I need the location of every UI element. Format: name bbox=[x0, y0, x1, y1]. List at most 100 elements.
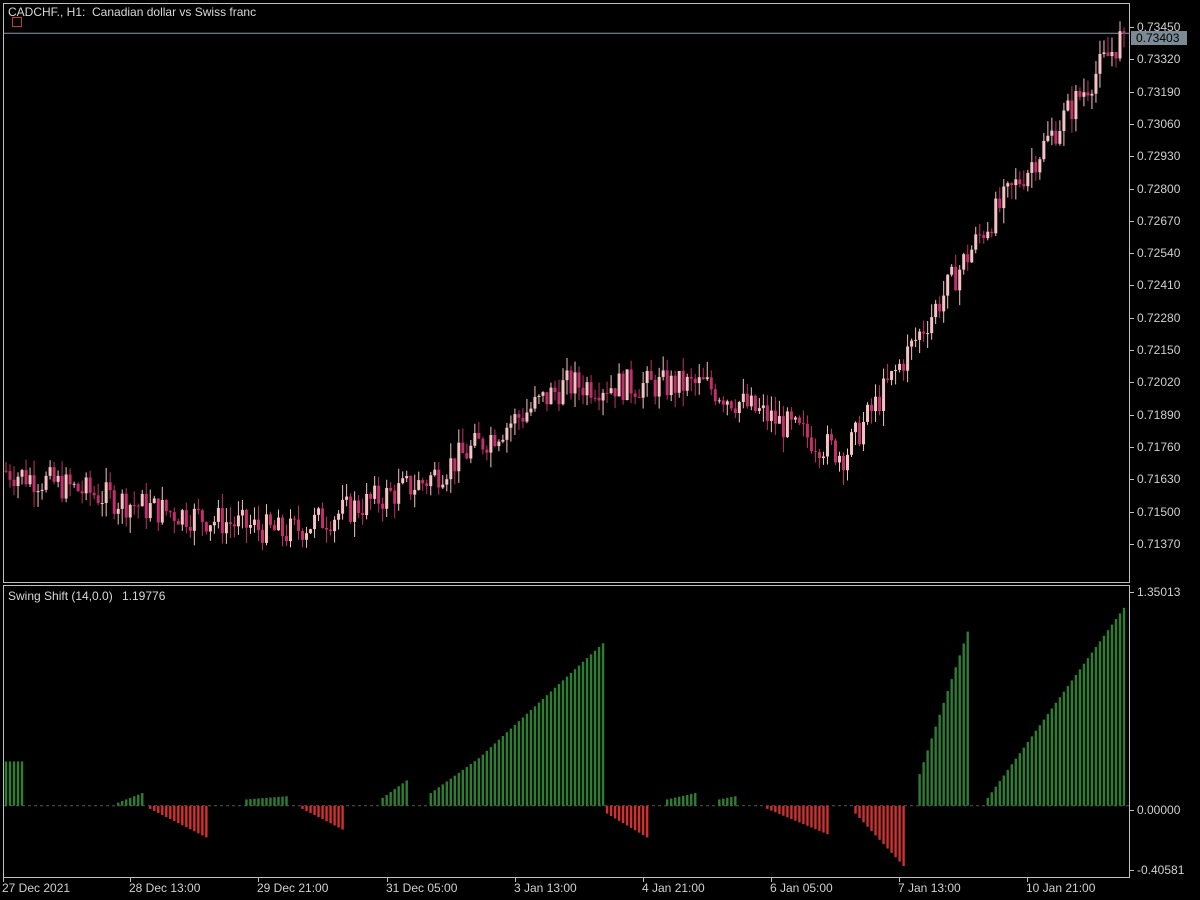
histogram-bar-down bbox=[329, 805, 332, 824]
histogram-bar-down bbox=[185, 805, 188, 828]
histogram-bar-down bbox=[621, 805, 625, 824]
price-axis-label: 0.71500 bbox=[1137, 504, 1181, 519]
histogram-bar-up bbox=[1030, 736, 1034, 806]
histogram-bar-up bbox=[1090, 652, 1094, 806]
indicator-value: 1.19776 bbox=[122, 589, 166, 603]
histogram-bar-up bbox=[461, 769, 465, 806]
price-axis-tick bbox=[1130, 285, 1134, 287]
histogram-bar-up bbox=[1050, 708, 1054, 806]
price-axis-label: 0.71890 bbox=[1137, 407, 1181, 422]
histogram-bar-up bbox=[4, 761, 8, 806]
histogram-bar-up bbox=[581, 661, 585, 806]
histogram-bar-up bbox=[690, 793, 693, 806]
histogram-bar-down bbox=[774, 805, 777, 813]
indicator-axis-tick bbox=[1130, 870, 1134, 871]
histogram-bar-up bbox=[1022, 747, 1026, 806]
histogram-bar-down bbox=[645, 805, 649, 838]
histogram-bar-up bbox=[1010, 764, 1013, 806]
histogram-bar-down bbox=[305, 805, 308, 811]
histogram-bar-down bbox=[802, 805, 805, 825]
histogram-bar-down bbox=[637, 805, 641, 833]
histogram-bar-up bbox=[137, 794, 140, 806]
time-axis-label: 31 Dec 05:00 bbox=[386, 881, 458, 895]
histogram-bar-down bbox=[814, 805, 817, 830]
histogram-bar-up bbox=[1054, 702, 1058, 806]
time-axis-label: 3 Jan 13:00 bbox=[514, 881, 577, 895]
histogram-bar-up bbox=[553, 687, 557, 806]
histogram-bar-down bbox=[309, 805, 312, 814]
price-axis-label: 0.72020 bbox=[1137, 375, 1181, 390]
price-axis-label: 0.72540 bbox=[1137, 246, 1181, 261]
histogram-bar-up bbox=[589, 654, 593, 806]
indicator-axis-tick bbox=[1130, 592, 1134, 593]
histogram-bar-up bbox=[125, 799, 128, 806]
histogram-bar-down bbox=[317, 805, 320, 818]
price-axis-tick bbox=[1130, 414, 1134, 416]
histogram-bar-down bbox=[149, 805, 152, 809]
time-axis-label: 27 Dec 2021 bbox=[2, 881, 71, 895]
histogram-bar-up bbox=[938, 714, 941, 806]
histogram-bar-up bbox=[393, 789, 396, 806]
histogram-bar-down bbox=[882, 805, 885, 845]
histogram-bar-down bbox=[613, 805, 617, 819]
histogram-bar-down bbox=[874, 805, 877, 836]
histogram-bar-up bbox=[994, 786, 997, 806]
price-axis-label: 0.71630 bbox=[1137, 472, 1181, 487]
histogram-bar-up bbox=[441, 784, 444, 806]
time-axis-label: 7 Jan 13:00 bbox=[898, 881, 961, 895]
histogram-bar-up bbox=[541, 698, 545, 806]
price-axis-label: 0.73320 bbox=[1137, 52, 1181, 67]
price-axis-tick bbox=[1130, 317, 1134, 319]
histogram-bar-up bbox=[8, 761, 12, 806]
histogram-bar-up bbox=[485, 750, 489, 806]
histogram-bar-down bbox=[770, 805, 773, 811]
histogram-bar-up bbox=[433, 790, 436, 806]
histogram-bar-down bbox=[313, 805, 316, 816]
histogram-bar-up bbox=[445, 781, 448, 806]
histogram-bar-down bbox=[193, 805, 196, 832]
histogram-bar-up bbox=[922, 762, 925, 806]
histogram-bar-up bbox=[686, 794, 689, 806]
histogram-bar-up bbox=[401, 783, 404, 806]
price-axis-label: 0.71760 bbox=[1137, 439, 1181, 454]
histogram-bar-down bbox=[641, 805, 645, 836]
histogram-bar-up bbox=[273, 797, 276, 806]
histogram-bar-up bbox=[694, 793, 697, 806]
histogram-bar-up bbox=[1082, 663, 1086, 806]
indicator-axis-label: 0.00000 bbox=[1137, 803, 1181, 817]
price-axis-tick bbox=[1130, 59, 1134, 61]
histogram-bar-down bbox=[766, 805, 769, 809]
swing-shift-histogram bbox=[4, 607, 1130, 866]
histogram-bar-up bbox=[449, 778, 452, 806]
histogram-bar-down bbox=[794, 805, 797, 821]
price-axis-label: 0.72150 bbox=[1137, 343, 1181, 357]
histogram-bar-up bbox=[20, 761, 24, 806]
histogram-bar-up bbox=[133, 796, 136, 806]
histogram-bar-up bbox=[1062, 691, 1066, 806]
histogram-bar-up bbox=[569, 672, 573, 806]
histogram-bar-down bbox=[782, 805, 785, 816]
histogram-bar-up bbox=[1110, 624, 1114, 806]
histogram-bar-up bbox=[1114, 619, 1118, 806]
histogram-bar-up bbox=[734, 796, 737, 806]
histogram-bar-up bbox=[1086, 658, 1090, 806]
price-axis-tick bbox=[1130, 27, 1134, 28]
histogram-bar-up bbox=[593, 650, 597, 806]
histogram-bar-up bbox=[930, 738, 933, 806]
histogram-bar-up bbox=[389, 792, 392, 806]
histogram-bar-down bbox=[854, 805, 857, 814]
histogram-bar-up bbox=[245, 799, 248, 806]
histogram-bar-up bbox=[501, 735, 505, 806]
price-axis-label: 0.73060 bbox=[1137, 116, 1181, 131]
histogram-bar-up bbox=[397, 786, 400, 806]
price-axis-tick bbox=[1130, 350, 1134, 351]
histogram-bar-up bbox=[545, 695, 549, 806]
histogram-bar-up bbox=[457, 772, 461, 806]
histogram-bar-up bbox=[946, 690, 949, 806]
histogram-bar-up bbox=[481, 754, 485, 806]
histogram-bar-down bbox=[337, 805, 340, 828]
histogram-bar-up bbox=[381, 797, 384, 806]
histogram-bar-down bbox=[818, 805, 821, 831]
one-click-trading-icon[interactable] bbox=[12, 17, 22, 27]
histogram-bar-up bbox=[986, 797, 989, 806]
